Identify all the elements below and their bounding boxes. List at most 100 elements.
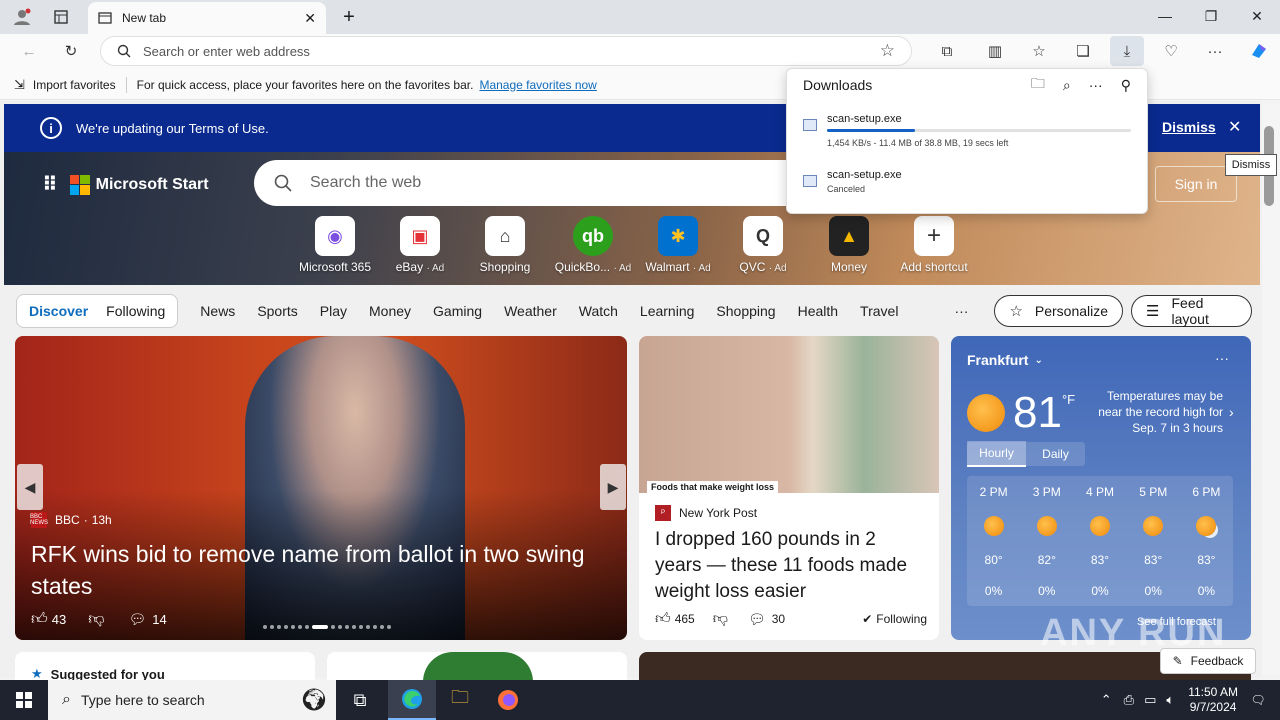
firefox-icon[interactable]: [484, 680, 532, 720]
clock[interactable]: 11:50 AM 9/7/2024: [1188, 685, 1238, 715]
split-screen-icon[interactable]: ▥: [978, 36, 1012, 66]
hour-precip: 0%: [984, 583, 1003, 598]
nav-money[interactable]: Money: [369, 303, 411, 319]
weather-alert[interactable]: Temperatures may be near the record high…: [1093, 388, 1223, 436]
download-item[interactable]: scan-setup.exe Canceled: [803, 169, 1133, 194]
close-banner-icon[interactable]: ✕: [1228, 117, 1241, 137]
weather-more-icon[interactable]: ···: [1215, 350, 1229, 366]
sunny-icon: [1143, 515, 1164, 536]
favorite-star-icon[interactable]: ☆: [880, 41, 895, 61]
collections-icon[interactable]: ❏: [1066, 36, 1100, 66]
news-card[interactable]: Foods that make weight loss P New York P…: [639, 336, 939, 640]
shortcut-money[interactable]: ▲ Money: [806, 216, 892, 274]
search-icon[interactable]: ⌕: [1063, 77, 1071, 94]
notifications-icon[interactable]: 🗨︎: [1244, 680, 1272, 720]
tab-following[interactable]: Following: [106, 303, 165, 319]
more-menu-icon[interactable]: ···: [1198, 36, 1232, 66]
nav-news[interactable]: News: [200, 303, 235, 319]
comment-icon[interactable]: 💬︎: [748, 611, 766, 628]
restore-button[interactable]: ❐: [1188, 0, 1234, 32]
exe-file-icon: [803, 119, 817, 131]
profile-icon[interactable]: [10, 6, 34, 28]
hero-news-card[interactable]: ◀ ▶ BBC NEWS BBC · 13h RFK wins bid to r…: [15, 336, 627, 640]
manage-favorites-link[interactable]: Manage favorites now: [479, 78, 596, 92]
shortcut-shopping[interactable]: ⌂ Shopping: [462, 216, 548, 274]
edge-taskbar-icon[interactable]: [388, 680, 436, 720]
tab-daily[interactable]: Daily: [1026, 442, 1085, 466]
browser-essentials-icon[interactable]: ♡: [1154, 36, 1188, 66]
like-icon[interactable]: 👍︎: [655, 610, 671, 628]
start-button[interactable]: [0, 680, 48, 720]
following-label[interactable]: Following: [876, 612, 927, 626]
downloads-icon[interactable]: ⤓: [1110, 36, 1144, 66]
more-options-icon[interactable]: ···: [1089, 77, 1103, 93]
shortcut-qvc[interactable]: Q QVC · Ad: [720, 216, 806, 274]
volume-icon[interactable]: 🔈︎: [1166, 692, 1174, 708]
nav-health[interactable]: Health: [798, 303, 838, 319]
carousel-next-button[interactable]: ▶: [600, 464, 626, 510]
meet-now-icon[interactable]: ⎙: [1124, 692, 1134, 708]
close-tab-icon[interactable]: ✕: [304, 10, 316, 27]
weather-location[interactable]: Frankfurt ⌄: [967, 352, 1043, 368]
app-launcher-icon[interactable]: ⠿: [42, 172, 58, 197]
more-nav-icon[interactable]: ···: [954, 303, 968, 319]
web-search-box[interactable]: Search the web: [254, 160, 814, 206]
shortcut-label: Microsoft 365: [298, 260, 372, 274]
shortcut-microsoft-365[interactable]: ◉ Microsoft 365: [292, 216, 378, 274]
network-icon[interactable]: ▭: [1144, 692, 1156, 708]
comment-icon[interactable]: 💬︎: [128, 611, 146, 628]
sunny-icon: [1090, 515, 1110, 536]
back-button[interactable]: ←: [12, 36, 46, 66]
tab-discover[interactable]: Discover: [29, 303, 88, 319]
nav-learning[interactable]: Learning: [640, 303, 695, 319]
add-shortcut-button[interactable]: + Add shortcut: [891, 216, 977, 274]
nav-weather[interactable]: Weather: [504, 303, 557, 319]
nav-sports[interactable]: Sports: [257, 303, 297, 319]
dislike-icon[interactable]: 👎︎: [713, 610, 728, 628]
nav-travel[interactable]: Travel: [860, 303, 898, 319]
import-favorites-label: Import favorites: [32, 77, 116, 92]
pin-icon[interactable]: ⚲: [1121, 77, 1131, 94]
tab-new-tab[interactable]: New tab ✕: [88, 2, 326, 34]
nav-gaming[interactable]: Gaming: [433, 303, 482, 319]
refresh-button[interactable]: ↻: [54, 36, 88, 66]
shortcut-walmart[interactable]: ✱ Walmart · Ad: [635, 216, 721, 274]
taskbar-search[interactable]: ⌕ Type here to search 🌍︎: [48, 680, 336, 720]
file-explorer-icon[interactable]: 🗀︎: [436, 680, 484, 720]
news-card-partial[interactable]: [327, 652, 627, 682]
favorites-icon[interactable]: ☆: [1022, 36, 1056, 66]
personalize-button[interactable]: ☆ Personalize: [994, 295, 1124, 327]
minimize-button[interactable]: —: [1142, 0, 1188, 32]
nav-watch[interactable]: Watch: [579, 303, 618, 319]
open-folder-icon[interactable]: 🗀︎: [1031, 73, 1045, 97]
extensions-icon[interactable]: ⧉: [930, 36, 964, 66]
article-headline[interactable]: I dropped 160 pounds in 2 years — these …: [655, 527, 927, 605]
nav-shopping[interactable]: Shopping: [716, 303, 775, 319]
chevron-right-icon[interactable]: ›: [1229, 404, 1234, 420]
navigation-bar: ← ↻ Search or enter web address ☆ ⧉ ▥ ☆ …: [0, 34, 1280, 70]
hour-column: 6 PM 83° 0%: [1180, 476, 1233, 606]
dislike-icon[interactable]: 👎︎: [88, 610, 104, 629]
new-tab-button[interactable]: +: [336, 6, 362, 28]
tab-actions-icon[interactable]: [48, 6, 74, 28]
task-view-icon[interactable]: ⧉: [336, 680, 384, 720]
download-item[interactable]: scan-setup.exe 1,454 KB/s - 11.4 MB of 3…: [803, 113, 1133, 148]
carousel-prev-button[interactable]: ◀: [17, 464, 43, 510]
tab-hourly[interactable]: Hourly: [967, 441, 1026, 467]
download-filename[interactable]: scan-setup.exe: [827, 113, 1131, 125]
feedback-button[interactable]: ✎ Feedback: [1160, 648, 1256, 674]
like-icon[interactable]: 👍︎: [31, 610, 48, 629]
weather-card[interactable]: Frankfurt ⌄ ··· 81 °F Temperatures may b…: [951, 336, 1251, 640]
shortcut-quickbooks[interactable]: qb QuickBo... · Ad: [550, 216, 636, 274]
chevron-up-icon[interactable]: ⌃: [1101, 692, 1112, 708]
download-filename[interactable]: scan-setup.exe: [827, 169, 902, 181]
feed-layout-button[interactable]: ☰ Feed layout: [1131, 295, 1252, 327]
copilot-icon[interactable]: [1242, 36, 1276, 66]
dismiss-link[interactable]: Dismiss: [1162, 119, 1216, 135]
address-bar[interactable]: Search or enter web address ☆: [100, 36, 912, 66]
import-favorites-button[interactable]: ⇲ Import favorites: [14, 77, 116, 93]
close-window-button[interactable]: ✕: [1234, 0, 1280, 32]
shortcut-ebay[interactable]: ▣ eBay · Ad: [377, 216, 463, 274]
nav-play[interactable]: Play: [320, 303, 347, 319]
article-headline[interactable]: RFK wins bid to remove name from ballot …: [31, 538, 591, 602]
